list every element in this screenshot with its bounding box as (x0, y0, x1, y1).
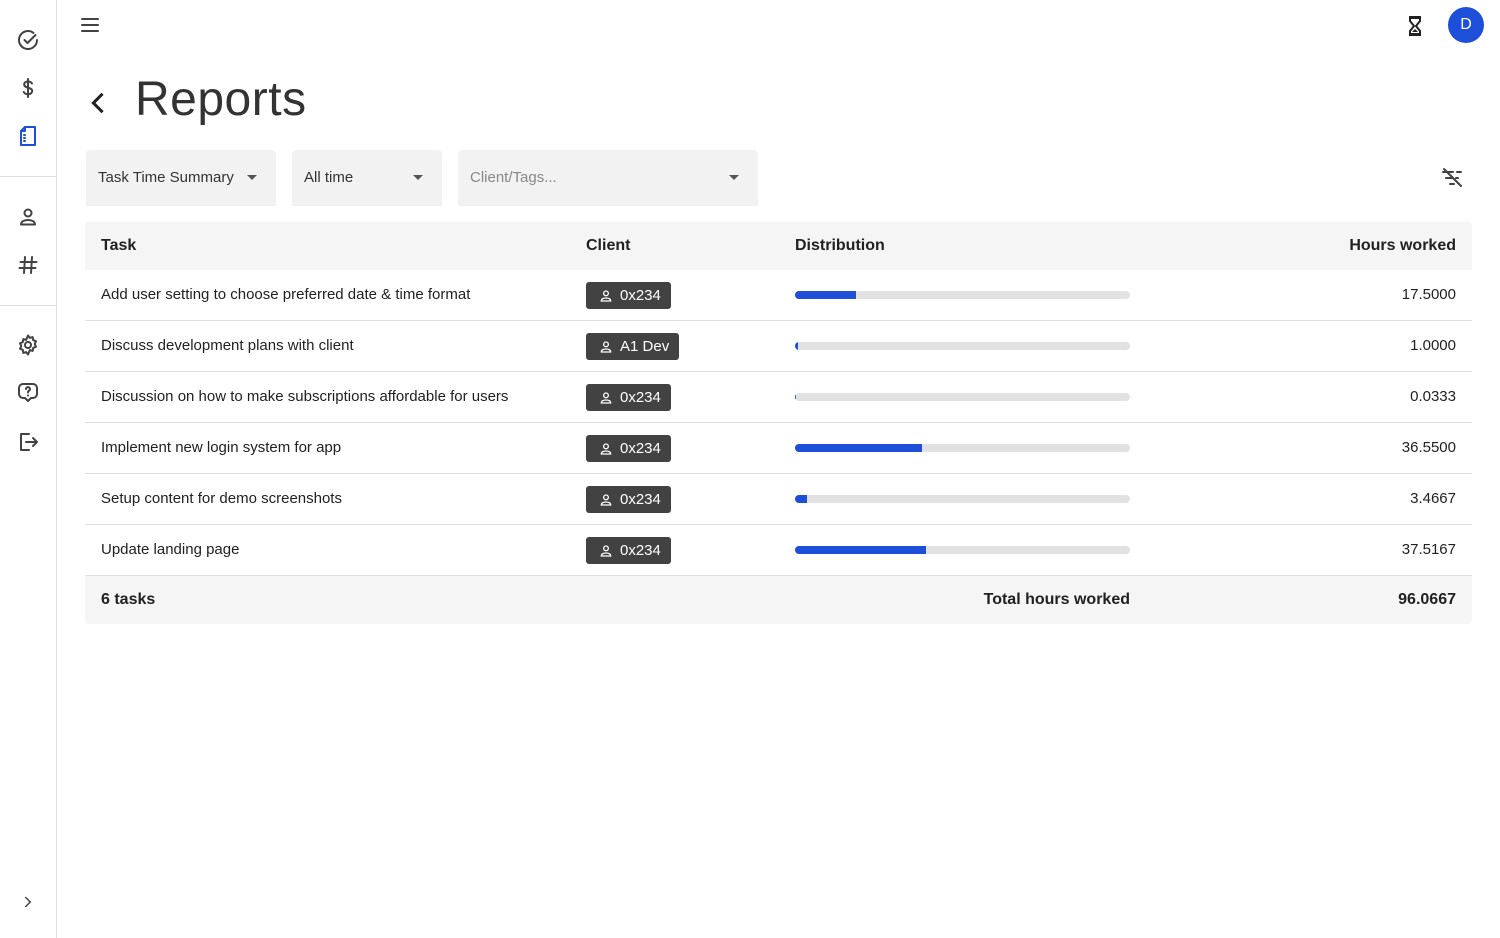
column-header-task[interactable]: Task (101, 237, 136, 255)
table-row[interactable]: Add user setting to choose preferred dat… (85, 270, 1472, 321)
sidebar-item-clients[interactable] (8, 197, 48, 237)
distribution-bar (795, 444, 1130, 452)
person-icon (600, 340, 612, 353)
distribution-bar-fill (795, 495, 808, 503)
person-icon (600, 544, 612, 557)
dropdown-caret-icon (729, 175, 739, 180)
hourglass-icon (1409, 16, 1421, 36)
column-header-hours[interactable]: Hours worked (1349, 237, 1456, 255)
table-row[interactable]: Discuss development plans with client A1… (85, 321, 1472, 372)
hours-worked: 17.5000 (1401, 286, 1456, 303)
table-row[interactable]: Setup content for demo screenshots 0x234… (85, 474, 1472, 525)
chevron-right-icon (25, 896, 31, 908)
person-icon (600, 391, 612, 404)
client-chip[interactable]: 0x234 (586, 435, 671, 462)
hours-worked: 37.5167 (1401, 541, 1456, 558)
client-name: 0x234 (620, 389, 661, 406)
table-body: Add user setting to choose preferred dat… (85, 270, 1472, 576)
client-name: A1 Dev (620, 338, 670, 355)
avatar-letter: D (1460, 16, 1472, 33)
person-icon (600, 289, 612, 302)
table-row[interactable]: Implement new login system for app 0x234… (85, 423, 1472, 474)
distribution-bar (795, 495, 1130, 503)
sidebar-item-tags[interactable] (8, 245, 48, 285)
person-icon (600, 493, 612, 506)
distribution-bar-fill (795, 546, 926, 554)
hamburger-menu-icon (81, 18, 99, 32)
distribution-bar-fill (795, 444, 923, 452)
sidebar-divider (0, 176, 57, 177)
client-chip[interactable]: A1 Dev (586, 333, 680, 360)
column-header-distribution[interactable]: Distribution (795, 237, 885, 255)
client-name: 0x234 (620, 491, 661, 508)
task-name: Setup content for demo screenshots (101, 490, 342, 507)
hours-worked: 0.0333 (1410, 388, 1456, 405)
client-chip[interactable]: 0x234 (586, 486, 671, 513)
hours-worked: 3.4667 (1410, 490, 1456, 507)
time-range-select[interactable]: All time (292, 150, 442, 206)
sidebar-item-help[interactable] (8, 372, 48, 412)
client-chip[interactable]: 0x234 (586, 282, 671, 309)
sidebar-item-tasks[interactable] (8, 20, 48, 60)
table-footer: 6 tasks Total hours worked 96.0667 (85, 576, 1472, 624)
menu-button[interactable] (70, 5, 110, 45)
task-name: Update landing page (101, 541, 240, 558)
chevron-left-icon (91, 92, 104, 114)
gear-icon (19, 334, 37, 356)
task-count: 6 tasks (101, 591, 156, 608)
task-name: Discuss development plans with client (101, 337, 354, 354)
sidebar-item-settings[interactable] (8, 325, 48, 365)
table-header: Task Client Distribution Hours worked (85, 222, 1472, 270)
check-circle-icon (18, 30, 38, 51)
task-name: Add user setting to choose preferred dat… (101, 286, 471, 303)
sidebar-item-billing[interactable] (8, 68, 48, 108)
hash-icon (18, 256, 38, 274)
sidebar (0, 0, 57, 938)
report-type-value: Task Time Summary (98, 169, 234, 186)
back-button[interactable] (78, 83, 118, 123)
logout-icon (20, 433, 38, 451)
person-icon (600, 442, 612, 455)
client-name: 0x234 (620, 287, 661, 304)
total-hours-value: 96.0667 (1398, 591, 1456, 608)
dollar-icon (22, 78, 34, 98)
page-title: Reports (135, 73, 307, 126)
total-hours-label: Total hours worked (983, 591, 1130, 608)
sidebar-divider (0, 305, 57, 306)
filter-off-icon (1442, 168, 1462, 187)
distribution-bar (795, 291, 1130, 299)
timer-button[interactable] (1395, 6, 1435, 46)
hours-worked: 36.5500 (1401, 439, 1456, 456)
client-name: 0x234 (620, 440, 661, 457)
report-table: Task Client Distribution Hours worked Ad… (85, 222, 1472, 624)
column-header-client[interactable]: Client (586, 237, 630, 255)
person-icon (20, 208, 36, 226)
help-icon (18, 383, 38, 402)
table-row[interactable]: Update landing page 0x234 37.5167 (85, 525, 1472, 576)
hours-worked: 1.0000 (1410, 337, 1456, 354)
table-row[interactable]: Discussion on how to make subscriptions … (85, 372, 1472, 423)
sidebar-item-logout[interactable] (8, 422, 48, 462)
client-tags-select[interactable]: Client/Tags... (458, 150, 758, 206)
dropdown-caret-icon (413, 175, 423, 180)
distribution-bar (795, 393, 1130, 401)
task-name: Implement new login system for app (101, 439, 342, 456)
client-tags-placeholder: Client/Tags... (470, 169, 557, 186)
distribution-bar (795, 342, 1130, 350)
dropdown-caret-icon (247, 175, 257, 180)
client-chip[interactable]: 0x234 (586, 384, 671, 411)
time-range-value: All time (304, 169, 354, 186)
avatar[interactable]: D (1448, 7, 1484, 43)
distribution-bar-fill (795, 291, 856, 299)
report-icon (20, 126, 36, 146)
distribution-bar (795, 546, 1130, 554)
client-chip[interactable]: 0x234 (586, 537, 671, 564)
distribution-bar-fill (795, 342, 799, 350)
report-type-select[interactable]: Task Time Summary (86, 150, 276, 206)
sidebar-item-reports[interactable] (8, 116, 48, 156)
client-name: 0x234 (620, 542, 661, 559)
clear-filters-button[interactable] (1432, 158, 1472, 198)
sidebar-expand-button[interactable] (8, 882, 48, 922)
task-name: Discussion on how to make subscriptions … (101, 388, 509, 405)
